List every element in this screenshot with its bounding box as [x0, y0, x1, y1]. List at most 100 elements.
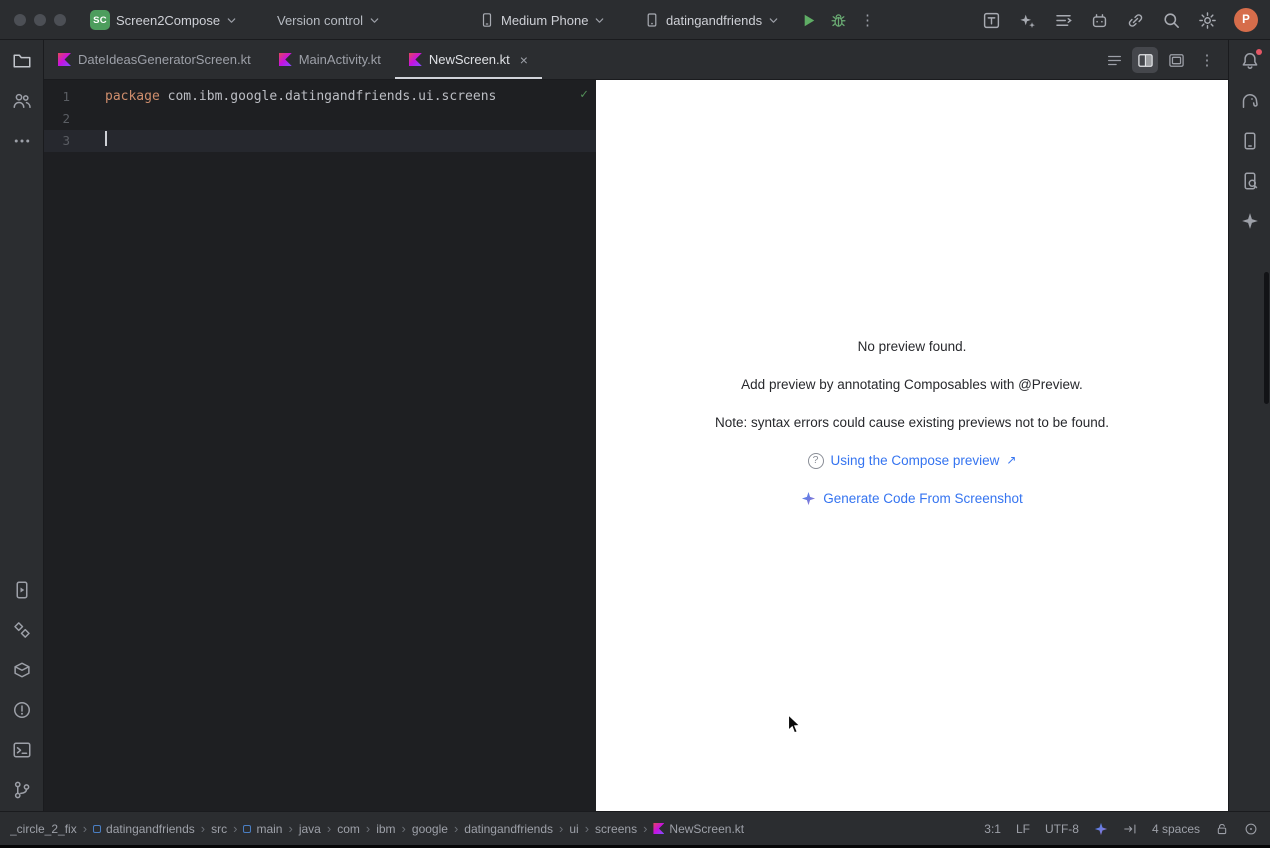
no-preview-hint: Add preview by annotating Composables wi… — [741, 374, 1083, 395]
compose-preview-docs-link[interactable]: ? Using the Compose preview ↗ — [808, 450, 1017, 471]
close-tab-icon[interactable]: × — [520, 53, 528, 67]
problems-button[interactable] — [9, 697, 35, 723]
mouse-cursor — [787, 714, 802, 736]
run-configuration-label: datingandfriends — [666, 13, 762, 28]
sync-project-button[interactable] — [1126, 11, 1145, 30]
minimize-window-button[interactable] — [34, 14, 46, 26]
line-number: 1 — [44, 86, 82, 108]
tab-label: NewScreen.kt — [429, 52, 510, 67]
indent-widget[interactable]: 4 spaces — [1152, 822, 1200, 836]
debug-button[interactable] — [830, 12, 847, 29]
device-selector[interactable]: Medium Phone — [479, 0, 605, 40]
run-button[interactable] — [800, 12, 817, 29]
ai-assistant-button[interactable] — [1090, 11, 1109, 30]
breadcrumb-item[interactable]: screens — [595, 822, 637, 836]
emulator-button[interactable] — [1237, 168, 1263, 194]
indent-icon[interactable] — [1123, 822, 1137, 836]
editor-tab-bar: DateIdeasGeneratorScreen.kt MainActivity… — [44, 40, 1228, 80]
device-manager-button[interactable] — [1237, 128, 1263, 154]
chevron-down-icon — [768, 15, 779, 26]
breadcrumb-separator: › — [366, 821, 370, 836]
code-text — [82, 130, 107, 152]
encoding-widget[interactable]: UTF-8 — [1045, 822, 1079, 836]
settings-button[interactable] — [1198, 11, 1217, 30]
breadcrumb-item[interactable]: NewScreen.kt — [653, 822, 744, 836]
gemini-actions-button[interactable] — [1018, 11, 1037, 30]
right-tool-stripe — [1228, 40, 1270, 811]
more-tool-windows-button[interactable] — [9, 128, 35, 154]
caret-position-widget[interactable]: 3:1 — [984, 822, 1001, 836]
pull-requests-button[interactable] — [9, 88, 35, 114]
tab-dateideasgeneratorscreen[interactable]: DateIdeasGeneratorScreen.kt — [44, 40, 265, 79]
generate-code-link[interactable]: Generate Code From Screenshot — [801, 488, 1023, 509]
breadcrumb-separator: › — [585, 821, 589, 836]
chevron-down-icon — [594, 15, 605, 26]
project-selector[interactable]: SC Screen2Compose — [90, 0, 237, 40]
code-editor[interactable]: 1 package com.ibm.google.datingandfriend… — [44, 80, 596, 811]
chevron-down-icon — [369, 15, 380, 26]
breadcrumb-separator: › — [559, 821, 563, 836]
gemini-status-icon[interactable] — [1094, 822, 1108, 836]
search-everywhere-button[interactable] — [1162, 11, 1181, 30]
breadcrumb-item[interactable]: datingandfriends — [93, 822, 195, 836]
keyword-token: package — [105, 89, 160, 104]
breadcrumb-item[interactable]: java — [299, 822, 321, 836]
line-separator-widget[interactable]: LF — [1016, 822, 1030, 836]
inspections-widget-icon[interactable] — [1244, 822, 1258, 836]
gradle-button[interactable] — [1237, 88, 1263, 114]
status-widgets: 3:1 LF UTF-8 4 spaces — [984, 822, 1258, 836]
logcat-button[interactable] — [1054, 11, 1073, 30]
device-selector-label: Medium Phone — [501, 13, 588, 28]
ide-window: SC Screen2Compose Version control Medium… — [0, 0, 1270, 848]
breadcrumb-item[interactable]: ibm — [376, 822, 395, 836]
code-text: package com.ibm.google.datingandfriends.… — [82, 86, 496, 108]
version-control-tool-button[interactable] — [9, 777, 35, 803]
line-number: 3 — [44, 130, 82, 152]
running-devices-button[interactable] — [9, 577, 35, 603]
breadcrumb-item[interactable]: ui — [569, 822, 578, 836]
chevron-down-icon — [226, 15, 237, 26]
inspections-ok-icon[interactable]: ✓ — [580, 87, 588, 102]
terminal-button[interactable] — [9, 737, 35, 763]
traffic-lights — [14, 14, 66, 26]
breadcrumbs: _circle_2_fix › datingandfriends › src ›… — [10, 821, 984, 836]
module-icon — [243, 825, 251, 833]
breadcrumb-separator: › — [643, 821, 647, 836]
kotlin-file-icon — [409, 53, 422, 66]
tab-mainactivity[interactable]: MainActivity.kt — [265, 40, 395, 79]
app-inspection-button[interactable] — [9, 617, 35, 643]
gemini-tool-button[interactable] — [1237, 208, 1263, 234]
editor-more-options-button[interactable]: ⋮ — [1194, 47, 1220, 73]
close-window-button[interactable] — [14, 14, 26, 26]
generate-link-label: Generate Code From Screenshot — [823, 488, 1023, 509]
layout-inspector-button[interactable] — [982, 11, 1001, 30]
run-configuration-selector[interactable]: datingandfriends — [644, 0, 779, 40]
profile-avatar[interactable]: P — [1234, 8, 1258, 32]
code-view-button[interactable] — [1101, 47, 1127, 73]
breadcrumb-item[interactable]: google — [412, 822, 448, 836]
project-tool-button[interactable] — [9, 48, 35, 74]
compose-preview-panel: No preview found. Add preview by annotat… — [596, 80, 1228, 811]
breadcrumb-item[interactable]: _circle_2_fix — [10, 822, 77, 836]
device-explorer-button[interactable] — [9, 657, 35, 683]
unlock-icon[interactable] — [1215, 822, 1229, 836]
code-line: 2 — [44, 108, 596, 130]
breadcrumb-separator: › — [288, 821, 292, 836]
code-line: 1 package com.ibm.google.datingandfriend… — [44, 86, 596, 108]
scrollbar-thumb[interactable] — [1264, 272, 1269, 404]
design-view-button[interactable] — [1163, 47, 1189, 73]
split-view-button[interactable] — [1132, 47, 1158, 73]
tab-newscreen[interactable]: NewScreen.kt × — [395, 40, 542, 79]
version-control-selector[interactable]: Version control — [277, 0, 380, 40]
phone-icon — [479, 12, 495, 28]
breadcrumb-separator: › — [327, 821, 331, 836]
breadcrumb-item[interactable]: src — [211, 822, 227, 836]
breadcrumb-item[interactable]: com — [337, 822, 360, 836]
kotlin-file-icon — [58, 53, 71, 66]
breadcrumb-item[interactable]: datingandfriends — [464, 822, 553, 836]
zoom-window-button[interactable] — [54, 14, 66, 26]
kotlin-file-icon — [279, 53, 292, 66]
breadcrumb-item[interactable]: main — [243, 822, 282, 836]
more-run-actions-button[interactable]: ⋮ — [860, 13, 875, 28]
notifications-button[interactable] — [1237, 48, 1263, 74]
